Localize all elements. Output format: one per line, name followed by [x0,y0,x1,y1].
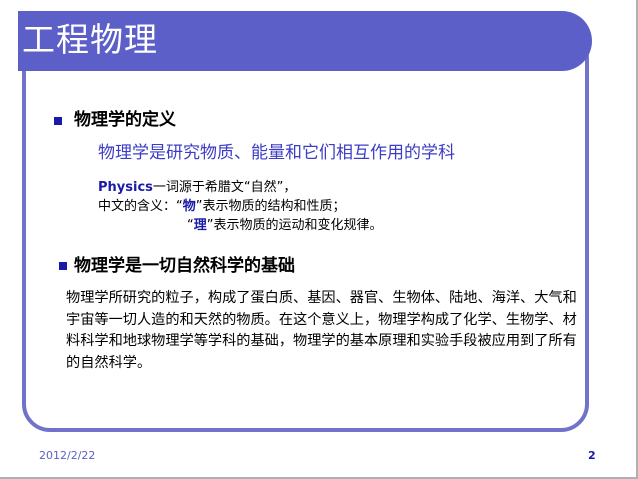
meaning-line-wu: 中文的含义：“物”表示物质的结构和性质； [98,197,346,216]
section-heading-foundation: 物理学是一切自然科学的基础 [74,256,295,276]
title-bar-notch [0,8,18,76]
page-number: 2 [588,449,596,462]
bullet-square-icon [54,117,62,125]
footer-date: 2012/2/22 [39,449,96,462]
wu-character: 物 [182,199,196,214]
meaning-prefix: 中文的含义：“ [98,199,183,214]
etymology-rest: 一词源于希腊文“自然”， [152,180,297,195]
meaning-wu-rest: ”表示物质的结构和性质； [195,199,346,214]
foundation-paragraph: 物理学所研究的粒子，构成了蛋白质、基因、器官、生物体、陆地、海洋、大气和宇宙等一… [66,290,577,371]
slide: 工程物理 物理学的定义 物理学是研究物质、能量和它们相互作用的学科 Physic… [0,0,638,479]
physics-term: Physics [98,180,153,195]
bullet-square-icon [59,262,67,270]
etymology-line: Physics一词源于希腊文“自然”， [98,178,296,197]
meaning-li-rest: ”表示物质的运动和变化规律。 [206,218,383,233]
section-heading-definition: 物理学的定义 [74,110,176,130]
meaning-li-prefix: “ [187,218,194,233]
li-character: 理 [193,218,207,233]
definition-text: 物理学是研究物质、能量和它们相互作用的学科 [98,143,455,163]
meaning-line-li: “理”表示物质的运动和变化规律。 [187,216,383,235]
slide-title: 工程物理 [22,20,158,59]
